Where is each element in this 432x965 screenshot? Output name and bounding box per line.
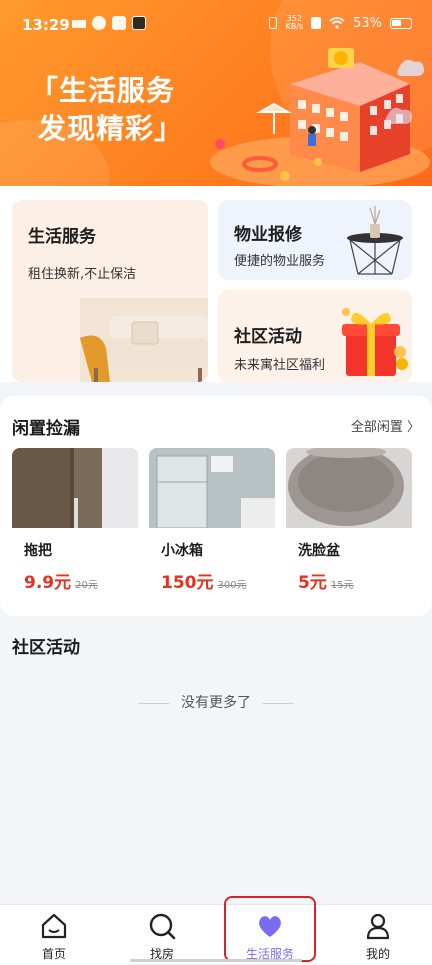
battery-icon	[390, 17, 412, 29]
slogan-line-2: 发现精彩」	[38, 112, 184, 145]
view-all-idle-link[interactable]: 全部闲置 〉	[351, 416, 420, 435]
item-photo-basin	[286, 448, 412, 528]
card-title: 生活服务	[28, 227, 96, 247]
property-repair-card[interactable]: 物业报修 便捷的物业服务	[218, 200, 412, 280]
banner-slogan: 「生活服务 发现精彩」	[30, 72, 183, 148]
app-icon	[92, 16, 106, 30]
home-indicator	[130, 959, 302, 962]
tab-label: 我的	[365, 947, 390, 961]
divider	[263, 702, 293, 704]
tab-mine[interactable]: 我的	[324, 905, 432, 965]
bottom-tab-bar: 首页 找房 生活服务 我的	[0, 904, 432, 964]
header-banner: 13:29 352 KB/s 53% 「生活服务 发现精彩」	[0, 0, 432, 186]
card-title: 物业报修	[234, 225, 302, 245]
status-time: 13:29	[22, 16, 70, 34]
home-icon	[41, 913, 67, 939]
card-subtitle: 便捷的物业服务	[234, 254, 326, 269]
community-section-title: 社区活动	[12, 638, 80, 658]
item-name: 拖把	[24, 543, 52, 559]
no-more-indicator: 没有更多了	[0, 692, 432, 712]
idle-item[interactable]: 拖把 9.9元 20元	[12, 448, 138, 598]
status-right: 352 KB/s 53%	[269, 15, 412, 31]
side-table-image	[347, 206, 403, 275]
tab-home[interactable]: 首页	[0, 905, 108, 965]
original-price: 15元	[330, 580, 354, 591]
wifi-icon	[329, 17, 345, 29]
search-icon	[149, 913, 176, 940]
gift-box-icon	[342, 308, 408, 376]
slogan-line-1: 「生活服务	[30, 74, 176, 107]
mail-icon	[112, 16, 126, 30]
sim-icon	[311, 17, 322, 29]
community-event-card[interactable]: 社区活动 未来寓社区福利	[218, 290, 412, 382]
play-icon	[132, 16, 146, 30]
item-price: 9.9元 20元	[24, 568, 98, 593]
price-value: 150元	[161, 573, 214, 593]
net-speed-unit: KB/s	[285, 22, 304, 31]
item-name: 洗脸盆	[298, 543, 340, 559]
notification-icons	[72, 16, 146, 30]
life-service-card[interactable]: 生活服务 租住换新,不止保洁	[12, 200, 208, 382]
tab-label: 首页	[41, 947, 66, 961]
status-bar: 13:29 352 KB/s 53%	[0, 0, 432, 44]
item-name: 小冰箱	[161, 543, 203, 559]
network-speed: 352 KB/s	[285, 15, 303, 31]
original-price: 20元	[75, 580, 98, 591]
service-grid: 生活服务 租住换新,不止保洁 物业报修 便捷的物业服务 社区活动 未来寓社区福利	[0, 186, 432, 382]
divider	[139, 702, 169, 704]
sofa-image	[80, 298, 208, 382]
user-icon	[366, 913, 390, 940]
idle-item[interactable]: 小冰箱 150元 300元	[149, 448, 275, 598]
city-illustration	[210, 48, 430, 186]
card-subtitle: 未来寓社区福利	[234, 358, 326, 373]
original-price: 300元	[217, 580, 247, 591]
idle-item[interactable]: 洗脸盆 5元 15元	[286, 448, 412, 598]
crown-icon	[72, 20, 86, 28]
price-value: 5元	[298, 573, 327, 593]
price-value: 9.9元	[24, 573, 72, 593]
section-title: 闲置捡漏	[12, 419, 80, 439]
active-tab-highlight	[224, 896, 316, 962]
battery-percent: 53%	[353, 15, 382, 31]
item-photo-mop	[12, 448, 138, 528]
item-price: 5元 15元	[298, 568, 354, 593]
item-photo-fridge	[149, 448, 275, 528]
item-price: 150元 300元	[161, 568, 247, 593]
card-title: 社区活动	[234, 327, 302, 347]
tab-find-house[interactable]: 找房	[108, 905, 216, 965]
vibrate-icon	[269, 17, 278, 29]
idle-goods-section: 闲置捡漏 全部闲置 〉 拖把 9.9元 20元 小冰箱 150元 300元 洗脸…	[0, 396, 432, 616]
no-more-text: 没有更多了	[181, 695, 251, 711]
card-subtitle: 租住换新,不止保洁	[28, 267, 137, 282]
